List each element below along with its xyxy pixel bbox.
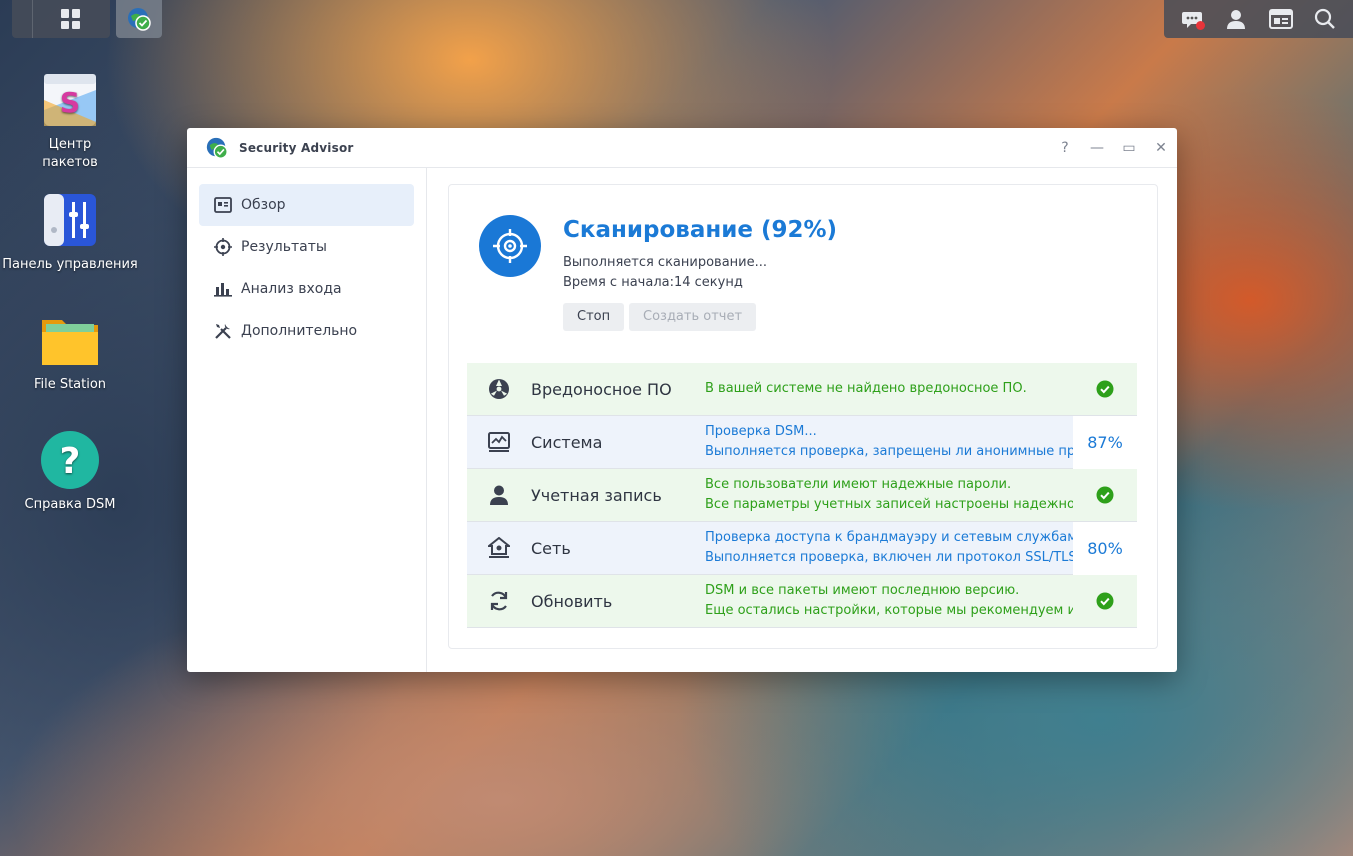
security-advisor-window: Security Advisor ? — ▭ ✕ Обзор Результат…: [187, 128, 1177, 672]
desktop-icon-file-station[interactable]: File Station: [0, 310, 140, 394]
taskbar-divider: [32, 0, 33, 38]
sidebar-item-advanced[interactable]: Дополнительно: [199, 310, 414, 352]
folder-icon: [40, 310, 100, 370]
widgets-icon[interactable]: [1268, 7, 1293, 31]
desktop-label-line2: пакетов: [42, 155, 98, 170]
category-message-line2: Еще остались настройки, которые мы реком…: [705, 603, 1073, 618]
malware-icon: [467, 377, 531, 401]
system-icon: [467, 431, 531, 453]
category-progress: 87%: [1073, 415, 1137, 469]
sidebar: Обзор Результаты Анализ входа Дополнител…: [187, 168, 427, 672]
svg-text:S: S: [60, 86, 80, 119]
desktop-label-line1: Центр: [48, 137, 92, 152]
sidebar-item-label: Дополнительно: [241, 323, 358, 339]
scan-elapsed: Время с начала:14 секунд: [563, 275, 743, 290]
category-message-line1: DSM и все пакеты имеют последнюю версию.: [705, 583, 1020, 598]
check-icon: [1073, 486, 1137, 504]
desktop-icon-help[interactable]: ? Справка DSM: [0, 430, 140, 514]
scan-title: Сканирование (92%): [563, 217, 838, 243]
close-button[interactable]: ✕: [1145, 140, 1177, 156]
search-icon[interactable]: [1313, 7, 1337, 31]
category-name: Вредоносное ПО: [531, 379, 672, 399]
category-message-line1: В вашей системе не найдено вредоносное П…: [705, 381, 1027, 396]
sidebar-item-label: Обзор: [241, 197, 286, 213]
category-message: Проверка доступа к брандмауэру и сетевым…: [705, 528, 1073, 568]
category-message-line2: Все параметры учетных записей настроены …: [705, 497, 1073, 512]
category-message: DSM и все пакеты имеют последнюю версию.…: [705, 581, 1073, 621]
minimize-button[interactable]: —: [1081, 140, 1113, 156]
category-row-network[interactable]: Сеть Проверка доступа к брандмауэру и се…: [467, 521, 1137, 575]
desktop-label: Справка DSM: [24, 497, 116, 512]
control-panel-icon: [40, 190, 100, 250]
desktop-label: File Station: [33, 377, 107, 392]
category-message-line1: Все пользователи имеют надежные пароли.: [705, 477, 1012, 492]
chat-notification-icon[interactable]: [1180, 7, 1206, 31]
taskbar-right: [1164, 0, 1353, 38]
category-message: Все пользователи имеют надежные пароли. …: [705, 475, 1073, 515]
category-message: В вашей системе не найдено вредоносное П…: [705, 379, 1073, 399]
category-name: Учетная запись: [531, 485, 662, 505]
window-titlebar[interactable]: Security Advisor ? — ▭ ✕: [187, 128, 1177, 168]
scan-target-icon: [479, 215, 541, 277]
sidebar-item-login-analysis[interactable]: Анализ входа: [199, 268, 414, 310]
category-row-system[interactable]: Система Проверка DSM... Выполняется пров…: [467, 415, 1137, 469]
help-button[interactable]: ?: [1049, 140, 1081, 156]
security-advisor-icon: [128, 8, 151, 31]
check-icon: [1073, 592, 1137, 610]
desktop-icon-control-panel[interactable]: Панель управления: [0, 190, 140, 274]
account-icon: [467, 484, 531, 506]
category-row-account[interactable]: Учетная запись Все пользователи имеют на…: [467, 469, 1137, 522]
notification-badge: [1196, 21, 1206, 30]
sidebar-item-overview[interactable]: Обзор: [199, 184, 414, 226]
network-icon: [467, 537, 531, 559]
overview-icon: [213, 195, 233, 215]
window-controls: ? — ▭ ✕: [1049, 140, 1177, 156]
check-icon: [1073, 380, 1137, 398]
taskbar-left: [12, 0, 110, 38]
category-list: Вредоносное ПО В вашей системе не найден…: [467, 363, 1137, 628]
category-message-line1: Проверка доступа к брандмауэру и сетевым…: [705, 530, 1073, 545]
svg-text:?: ?: [60, 441, 81, 482]
apps-grid-icon[interactable]: [61, 9, 81, 29]
security-advisor-icon: [206, 137, 228, 159]
category-name: Обновить: [531, 591, 613, 611]
category-message: Проверка DSM... Выполняется проверка, за…: [705, 422, 1073, 462]
desktop-label: Панель управления: [2, 257, 138, 272]
package-center-icon: S: [40, 70, 100, 130]
category-name: Сеть: [531, 538, 571, 558]
category-row-update[interactable]: Обновить DSM и все пакеты имеют последню…: [467, 575, 1137, 628]
sidebar-item-results[interactable]: Результаты: [199, 226, 414, 268]
create-report-button[interactable]: Создать отчет: [629, 303, 757, 331]
sidebar-item-label: Анализ входа: [241, 281, 342, 297]
category-row-malware[interactable]: Вредоносное ПО В вашей системе не найден…: [467, 363, 1137, 416]
maximize-button[interactable]: ▭: [1113, 140, 1145, 156]
login-analysis-icon: [213, 279, 233, 299]
taskbar-security-advisor-button[interactable]: [116, 0, 162, 38]
window-title: Security Advisor: [239, 140, 354, 155]
update-icon: [467, 590, 531, 612]
category-name: Система: [531, 432, 603, 452]
category-message-line2: Выполняется проверка, запрещены ли анони…: [705, 444, 1073, 459]
desktop-icon-package-center[interactable]: S Центр пакетов: [0, 70, 140, 172]
category-message-line2: Выполняется проверка, включен ли протоко…: [705, 550, 1073, 565]
scan-status: Выполняется сканирование...: [563, 255, 768, 270]
overview-panel: Сканирование (92%) Выполняется сканирова…: [448, 184, 1158, 649]
tools-icon: [213, 321, 233, 341]
help-icon: ?: [40, 430, 100, 490]
results-icon: [213, 237, 233, 257]
category-progress: 80%: [1073, 521, 1137, 575]
stop-button[interactable]: Стоп: [563, 303, 625, 331]
sidebar-item-label: Результаты: [241, 239, 327, 255]
user-icon[interactable]: [1224, 7, 1248, 31]
category-message-line1: Проверка DSM...: [705, 424, 817, 439]
